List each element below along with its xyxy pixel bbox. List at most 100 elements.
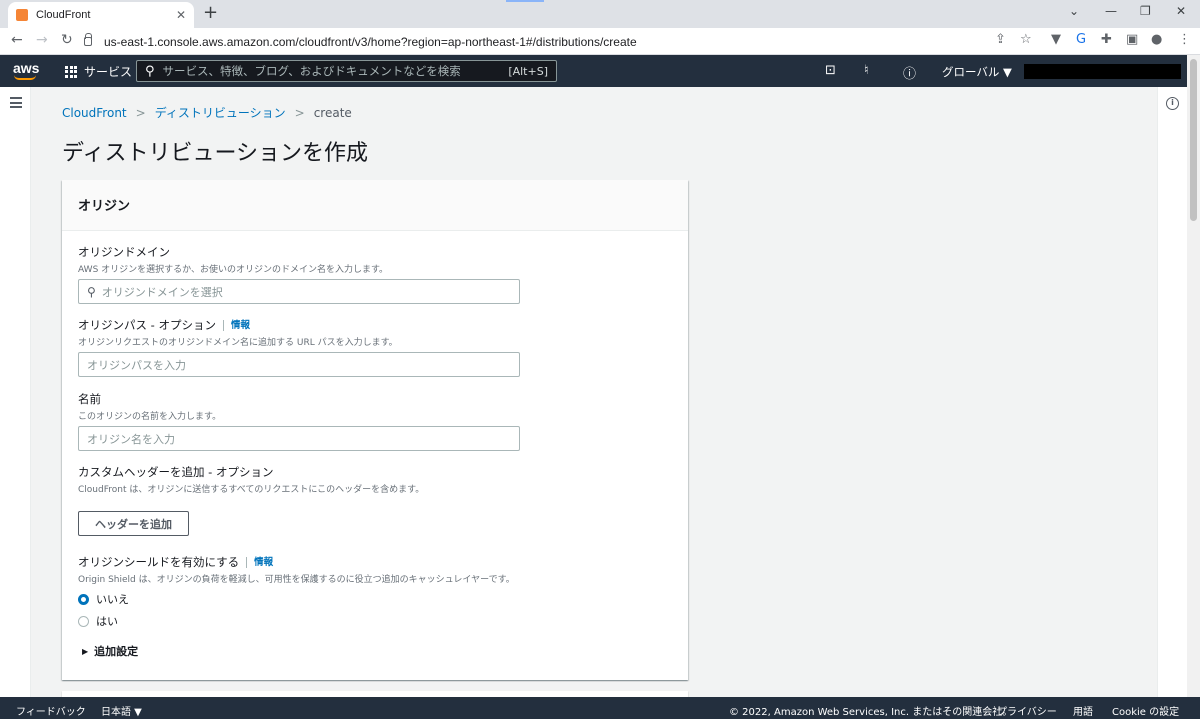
additional-settings-expander[interactable]: ▶ 追加設定 [82,643,138,659]
caret-right-icon: ▶ [82,646,89,656]
lock-icon [84,33,92,46]
tab-close-icon[interactable]: ✕ [176,8,186,22]
translate-icon[interactable]: G [1076,32,1086,47]
tab-search-icon[interactable]: ⌄ [1069,4,1079,18]
region-selector[interactable]: グローバル ▼ [942,64,1012,80]
origin-name-input[interactable]: オリジン名を入力 [78,426,520,451]
reload-icon[interactable]: ↻ [61,32,73,48]
browser-menu-icon[interactable]: ⋮ [1178,32,1191,47]
breadcrumb-distributions-link[interactable]: ディストリビューション [155,104,286,121]
custom-header-label: カスタムヘッダーを追加 - オプション [78,465,274,479]
breadcrumb: CloudFront > ディストリビューション > create [62,104,352,121]
custom-header-field: カスタムヘッダーを追加 - オプション CloudFront は、オリジンに送信… [78,464,424,536]
minimize-icon[interactable]: — [1105,4,1117,18]
bookmark-star-icon[interactable]: ☆ [1020,32,1032,47]
origin-shield-no-label: いいえ [96,593,129,606]
origin-shield-label: オリジンシールドを有効にする [78,555,240,569]
origin-path-field: オリジンパス - オプション 情報 オリジンリクエストのオリジンドメイン名に追加… [78,317,520,377]
scrollbar-thumb[interactable] [1190,59,1197,221]
info-panel-icon[interactable]: i [1166,97,1179,110]
origin-shield-yes-label: はい [96,615,118,628]
account-menu-redacted[interactable] [1024,64,1181,79]
search-icon: ⚲ [145,63,155,79]
origin-panel: オリジン オリジンドメイン AWS オリジンを選択するか、お使いのオリジンのドメ… [62,180,688,680]
search-placeholder: サービス、特徴、ブログ、およびドキュメントなどを検索 [162,64,461,78]
origin-path-label-row: オリジンパス - オプション 情報 [78,317,520,333]
origin-panel-header: オリジン [62,180,688,231]
feedback-link[interactable]: フィードバック [16,703,86,718]
origin-domain-field: オリジンドメイン AWS オリジンを選択するか、お使いのオリジンのドメイン名を入… [78,244,520,304]
origin-name-field: 名前 このオリジンの名前を入力します。 オリジン名を入力 [78,391,520,451]
aws-console-header: aws サービス ⚲ サービス、特徴、ブログ、およびドキュメントなどを検索 [A… [0,55,1200,87]
origin-path-label: オリジンパス - オプション [78,318,216,332]
close-window-icon[interactable]: ✕ [1176,4,1186,18]
search-icon: ⚲ [87,284,96,299]
origin-shield-info-link[interactable]: 情報 [246,556,273,568]
origin-name-placeholder: オリジン名を入力 [87,432,175,446]
extension-v-icon[interactable]: ▼ [1051,32,1061,47]
new-tab-button[interactable]: + [203,4,218,22]
browser-tabbar: CloudFront ✕ + ⌄ — ❐ ✕ [0,0,1200,28]
side-panel-icon[interactable]: ▣ [1126,32,1138,47]
privacy-link[interactable]: プライバシー [997,703,1057,718]
hamburger-menu-icon[interactable] [10,97,22,111]
forward-icon[interactable]: → [36,32,48,48]
language-selector[interactable]: 日本語 ▼ [101,703,142,718]
help-panel-strip: i [1157,87,1187,697]
terms-link[interactable]: 用語 [1073,703,1093,718]
origin-path-info-link[interactable]: 情報 [222,319,250,331]
origin-path-input[interactable]: オリジンパスを入力 [78,352,520,377]
origin-shield-no-radio[interactable]: いいえ [78,591,515,607]
notifications-bell-icon[interactable]: ♮ [864,63,869,78]
breadcrumb-chevron-icon: > [135,105,146,120]
browser-tab[interactable]: CloudFront ✕ [8,2,194,28]
extensions-puzzle-icon[interactable]: ✚ [1101,32,1112,47]
origin-name-label: 名前 [78,392,101,406]
profile-avatar-icon[interactable]: ● [1151,32,1162,47]
additional-settings-label: 追加設定 [94,645,139,658]
browser-address-bar: ← → ↻ us-east-1.console.aws.amazon.com/c… [0,28,1200,55]
url-field[interactable]: us-east-1.console.aws.amazon.com/cloudfr… [84,31,994,52]
copyright-text: © 2022, Amazon Web Services, Inc. またはその関… [729,707,1013,718]
share-icon[interactable]: ⇪ [995,32,1006,47]
page-scrollbar[interactable] [1187,55,1200,697]
main-content: CloudFront > ディストリビューション > create ディストリビ… [31,87,1157,697]
origin-shield-description: Origin Shield は、オリジンの負荷を軽減し、可用性を保護するのに役立… [78,575,515,585]
aws-logo[interactable]: aws [13,60,40,80]
cookie-settings-link[interactable]: Cookie の設定 [1112,703,1179,718]
cloudfront-favicon-icon [16,9,28,21]
aws-console-footer: フィードバック 日本語 ▼ © 2022, Amazon Web Service… [0,697,1200,719]
back-icon[interactable]: ← [11,32,23,48]
aws-search-input[interactable]: ⚲ サービス、特徴、ブログ、およびドキュメントなどを検索 [Alt+S] [136,60,557,82]
origin-domain-label: オリジンドメイン [78,245,170,259]
search-shortcut: [Alt+S] [508,64,548,78]
origin-path-placeholder: オリジンパスを入力 [87,358,186,372]
services-menu-button[interactable]: サービス [65,63,132,80]
origin-shield-label-row: オリジンシールドを有効にする 情報 [78,554,515,570]
origin-domain-select[interactable]: ⚲ オリジンドメインを選択 [78,279,520,304]
url-text: us-east-1.console.aws.amazon.com/cloudfr… [104,34,637,49]
services-grid-icon [65,65,77,78]
origin-shield-yes-radio[interactable]: はい [78,613,515,629]
radio-unchecked-icon [78,615,89,627]
aws-logo-text: aws [13,60,40,76]
origin-shield-field: オリジンシールドを有効にする 情報 Origin Shield は、オリジンの負… [78,554,515,629]
restore-icon[interactable]: ❐ [1140,4,1151,18]
add-header-button[interactable]: ヘッダーを追加 [78,511,189,536]
origin-domain-placeholder: オリジンドメインを選択 [101,285,223,299]
page-title: ディストリビューションを作成 [62,141,369,166]
radio-checked-icon [78,593,89,605]
side-navigation-toggle-strip [0,87,31,697]
origin-domain-description: AWS オリジンを選択するか、お使いのオリジンのドメイン名を入力します。 [78,265,389,275]
origin-path-description: オリジンリクエストのオリジンドメイン名に追加する URL パスを入力します。 [78,338,398,348]
cloudshell-icon[interactable]: ⊡ [825,63,836,78]
breadcrumb-cloudfront-link[interactable]: CloudFront [62,106,127,120]
breadcrumb-chevron-icon: > [294,105,305,120]
breadcrumb-current: create [313,105,352,120]
tab-loading-indicator [506,0,544,2]
aws-smile-icon [14,75,36,80]
help-icon[interactable]: ⓘ [903,63,916,82]
origin-name-description: このオリジンの名前を入力します。 [78,412,222,422]
custom-header-description: CloudFront は、オリジンに送信するすべてのリクエストにこのヘッダーを含… [78,485,425,495]
services-label: サービス [84,65,133,79]
